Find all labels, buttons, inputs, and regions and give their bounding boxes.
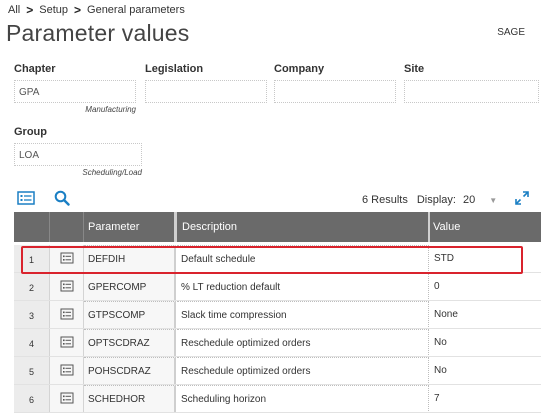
row-divider <box>14 412 541 413</box>
parameters-grid: Parameter Description Value 1 DEFDIH Def… <box>14 212 541 417</box>
header-icon-cell <box>50 212 84 242</box>
value-cell[interactable]: 0 <box>431 273 531 301</box>
parameter-cell[interactable]: OPTSCDRAZ <box>84 329 176 357</box>
row-record-icon[interactable] <box>50 329 84 357</box>
value-cell[interactable]: No <box>431 329 531 357</box>
breadcrumb-general-parameters[interactable]: General parameters <box>87 4 185 16</box>
group-subtitle: Scheduling/Load <box>82 168 142 177</box>
display-dropdown-icon[interactable]: ▼ <box>489 196 497 205</box>
site-label: Site <box>404 63 425 75</box>
breadcrumb-separator: > <box>26 3 34 17</box>
company-input[interactable] <box>274 80 396 103</box>
table-row[interactable]: 3 GTPSCOMP Slack time compression None <box>14 301 541 329</box>
description-cell[interactable]: Reschedule optimized orders <box>177 357 429 385</box>
column-divider[interactable] <box>428 212 430 242</box>
parameter-cell[interactable]: GPERCOMP <box>84 273 176 301</box>
description-cell[interactable]: % LT reduction default <box>177 273 429 301</box>
grid-header: Parameter Description Value <box>14 212 541 242</box>
group-field: Group LOA Scheduling/Load <box>14 126 144 181</box>
parameter-cell[interactable]: POHSCDRAZ <box>84 357 176 385</box>
row-record-icon[interactable] <box>50 273 84 301</box>
site-field: Site <box>404 63 541 105</box>
page-title: Parameter values <box>6 20 190 46</box>
description-cell[interactable]: Scheduling horizon <box>177 385 429 413</box>
site-input[interactable] <box>404 80 539 103</box>
row-number: 6 <box>14 385 50 413</box>
expand-icon[interactable] <box>515 191 529 205</box>
row-number: 3 <box>14 301 50 329</box>
company-field: Company <box>274 63 398 105</box>
description-cell[interactable]: Slack time compression <box>177 301 429 329</box>
legislation-input[interactable] <box>145 80 267 103</box>
display-value[interactable]: 20 <box>463 194 475 206</box>
breadcrumb-all[interactable]: All <box>8 4 20 16</box>
description-cell[interactable]: Reschedule optimized orders <box>177 329 429 357</box>
column-divider[interactable] <box>174 212 177 242</box>
record-view-icon[interactable] <box>17 191 35 205</box>
row-highlight-box <box>21 246 523 274</box>
column-header-value[interactable]: Value <box>433 221 460 233</box>
parameter-cell[interactable]: SCHEDHOR <box>84 385 176 413</box>
chapter-label: Chapter <box>14 63 56 75</box>
group-label: Group <box>14 126 47 138</box>
chapter-input[interactable]: GPA <box>14 80 136 103</box>
table-row[interactable]: 6 SCHEDHOR Scheduling horizon 7 <box>14 385 541 413</box>
search-icon[interactable] <box>54 190 70 206</box>
legislation-label: Legislation <box>145 63 204 75</box>
row-record-icon[interactable] <box>50 357 84 385</box>
value-cell[interactable]: 7 <box>431 385 531 413</box>
column-header-parameter[interactable]: Parameter <box>88 221 139 233</box>
breadcrumb-setup[interactable]: Setup <box>39 4 68 16</box>
column-header-description[interactable]: Description <box>182 221 237 233</box>
row-record-icon[interactable] <box>50 301 84 329</box>
company-code: SAGE <box>497 27 525 38</box>
row-number: 5 <box>14 357 50 385</box>
table-row[interactable]: 5 POHSCDRAZ Reschedule optimized orders … <box>14 357 541 385</box>
value-cell[interactable]: None <box>431 301 531 329</box>
legislation-field: Legislation <box>145 63 269 105</box>
results-count: 6 Results <box>362 194 408 206</box>
results-info: 6 Results Display: 20 ▼ <box>362 194 497 206</box>
header-rownum-cell <box>14 212 50 242</box>
breadcrumb: All > Setup > General parameters <box>8 3 185 17</box>
chapter-subtitle: Manufacturing <box>85 105 136 114</box>
table-row[interactable]: 2 GPERCOMP % LT reduction default 0 <box>14 273 541 301</box>
chapter-field: Chapter GPA Manufacturing <box>14 63 140 118</box>
group-input[interactable]: LOA <box>14 143 142 166</box>
row-number: 2 <box>14 273 50 301</box>
row-record-icon[interactable] <box>50 385 84 413</box>
breadcrumb-separator: > <box>74 3 82 17</box>
display-label: Display: <box>416 194 456 206</box>
row-number: 4 <box>14 329 50 357</box>
parameter-cell[interactable]: GTPSCOMP <box>84 301 176 329</box>
company-label: Company <box>274 63 325 75</box>
value-cell[interactable]: No <box>431 357 531 385</box>
table-row[interactable]: 4 OPTSCDRAZ Reschedule optimized orders … <box>14 329 541 357</box>
